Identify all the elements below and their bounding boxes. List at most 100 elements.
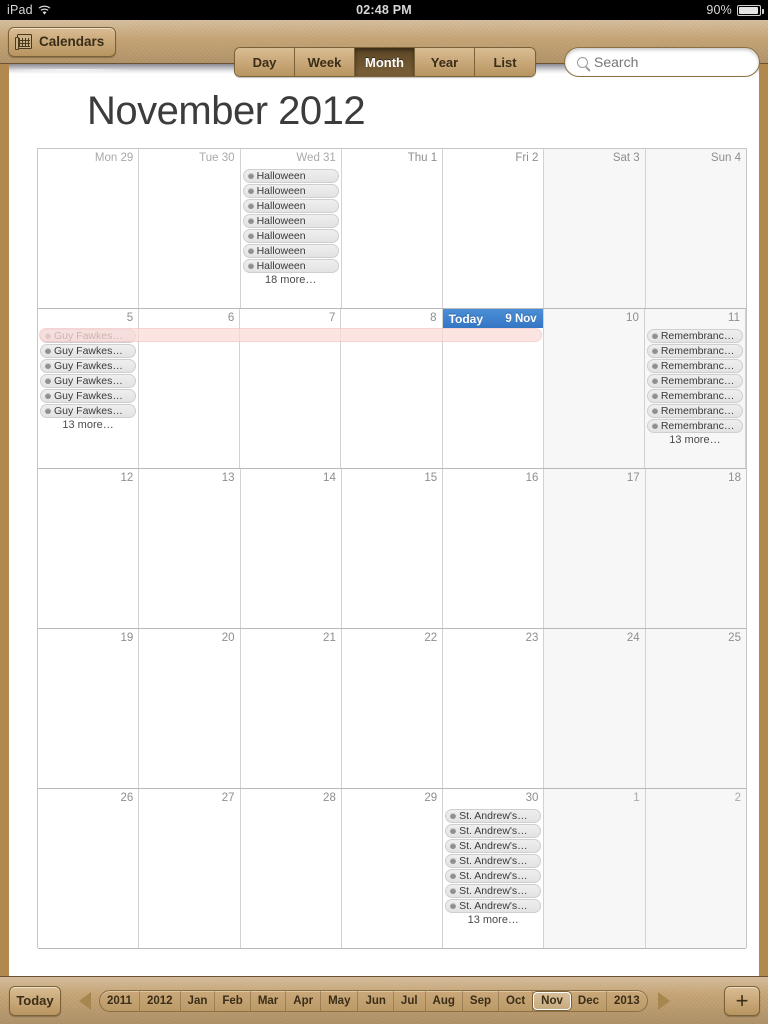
- event-pill[interactable]: Guy Fawkes…: [40, 404, 137, 418]
- calendar-day-cell[interactable]: 30 St. Andrew's… St. Andrew's… St. Andrew's…: [443, 789, 545, 948]
- calendar-day-cell[interactable]: 20: [139, 629, 241, 788]
- event-pill[interactable]: Remembranc…: [646, 329, 743, 343]
- triangle-left-icon[interactable]: [79, 991, 91, 1010]
- calendar-day-cell[interactable]: Sat 3: [544, 149, 646, 308]
- more-events-link[interactable]: 18 more…: [243, 274, 339, 286]
- month-strip-item-2011[interactable]: 2011: [100, 990, 140, 1011]
- event-pill[interactable]: St. Andrew's…: [445, 884, 542, 898]
- month-strip-item-dec[interactable]: Dec: [571, 990, 608, 1011]
- calendar-day-cell[interactable]: 1: [544, 789, 646, 948]
- event-pill[interactable]: Halloween: [242, 229, 339, 243]
- day-number: 24: [626, 632, 640, 644]
- calendar-day-cell[interactable]: 12: [38, 469, 140, 628]
- tab-year[interactable]: Year: [415, 48, 475, 76]
- day-number: 12: [120, 472, 134, 484]
- calendar-day-cell[interactable]: 16: [443, 469, 545, 628]
- month-strip-item-sep[interactable]: Sep: [463, 990, 499, 1011]
- calendar-day-cell[interactable]: 10: [543, 309, 645, 468]
- day-events-list: Remembranc… Remembranc… Remembranc… Remembr…: [645, 328, 745, 446]
- month-strip-item-aug[interactable]: Aug: [426, 990, 463, 1011]
- month-strip-item-jun[interactable]: Jun: [358, 990, 394, 1011]
- event-pill[interactable]: St. Andrew's…: [445, 839, 542, 853]
- calendar-day-cell[interactable]: 23: [443, 629, 545, 788]
- month-year-strip[interactable]: 2011 2012 Jan Feb Mar Apr May Jun Jul Aug Sep Oct No…: [99, 989, 648, 1012]
- calendar-day-cell[interactable]: 25: [645, 629, 746, 788]
- month-strip-item-oct[interactable]: Oct: [499, 990, 534, 1011]
- calendar-day-cell[interactable]: Thu 1: [341, 149, 444, 308]
- add-event-button[interactable]: +: [724, 986, 760, 1016]
- calendar-day-cell[interactable]: 15: [341, 469, 444, 628]
- calendar-day-cell[interactable]: 29: [341, 789, 444, 948]
- more-events-link[interactable]: 13 more…: [40, 419, 136, 431]
- calendar-day-cell[interactable]: Fri 2: [443, 149, 545, 308]
- tab-day[interactable]: Day: [235, 48, 295, 76]
- calendar-day-cell[interactable]: 27: [139, 789, 241, 948]
- event-pill[interactable]: Remembranc…: [646, 389, 743, 403]
- tab-list[interactable]: List: [475, 48, 535, 76]
- event-pill[interactable]: Halloween: [242, 259, 339, 273]
- event-pill[interactable]: Remembranc…: [646, 359, 743, 373]
- event-color-dot: [651, 393, 658, 399]
- calendar-week-row: 19 20 21 22 23 24 25: [38, 629, 746, 789]
- calendar-day-cell[interactable]: 21: [240, 629, 342, 788]
- calendar-day-cell[interactable]: 17: [544, 469, 646, 628]
- month-strip-item-2012[interactable]: 2012: [140, 990, 181, 1011]
- event-pill[interactable]: St. Andrew's…: [445, 869, 542, 883]
- event-pill[interactable]: Halloween: [242, 169, 339, 183]
- calendar-day-cell[interactable]: 18: [645, 469, 746, 628]
- event-pill[interactable]: Remembranc…: [646, 344, 743, 358]
- month-strip-item-mar[interactable]: Mar: [251, 990, 287, 1011]
- calendar-day-cell[interactable]: 26: [38, 789, 140, 948]
- event-pill[interactable]: St. Andrew's…: [445, 854, 542, 868]
- event-pill[interactable]: Remembranc…: [646, 374, 743, 388]
- calendar-day-cell[interactable]: Mon 29: [38, 149, 140, 308]
- event-pill[interactable]: Remembranc…: [646, 419, 743, 433]
- month-strip-item-apr[interactable]: Apr: [286, 990, 322, 1011]
- search-field[interactable]: [564, 47, 760, 77]
- calendar-day-cell[interactable]: Tue 30: [139, 149, 241, 308]
- event-pill[interactable]: Guy Fawkes…: [40, 389, 137, 403]
- day-number: 17: [626, 472, 640, 484]
- event-pill[interactable]: St. Andrew's…: [445, 899, 542, 913]
- day-number: 11: [728, 312, 740, 324]
- calendar-day-cell[interactable]: 13: [139, 469, 241, 628]
- event-pill[interactable]: Halloween: [242, 184, 339, 198]
- more-events-link[interactable]: 13 more…: [647, 434, 743, 446]
- day-number: 27: [221, 792, 235, 804]
- calendar-day-cell[interactable]: Sun 4: [645, 149, 746, 308]
- more-events-link[interactable]: 13 more…: [445, 914, 541, 926]
- triangle-right-icon[interactable]: [657, 991, 670, 1010]
- calendars-button[interactable]: Calendars: [8, 26, 117, 57]
- calendar-day-cell[interactable]: 11 Remembranc… Remembranc… Remembranc… Remem…: [644, 309, 746, 468]
- search-input[interactable]: [594, 54, 747, 70]
- month-strip-item-2013[interactable]: 2013: [607, 991, 647, 1011]
- view-segmented-control[interactable]: Day Week Month Year List: [234, 47, 536, 77]
- tab-week[interactable]: Week: [295, 48, 355, 76]
- calendar-day-cell[interactable]: 2: [645, 789, 746, 948]
- day-number: 26: [120, 792, 134, 804]
- event-pill[interactable]: St. Andrew's…: [445, 809, 542, 823]
- event-pill[interactable]: Guy Fawkes…: [40, 344, 137, 358]
- month-strip-item-nov[interactable]: Nov: [533, 991, 571, 1010]
- event-pill[interactable]: St. Andrew's…: [445, 824, 542, 838]
- month-strip-item-feb[interactable]: Feb: [215, 990, 251, 1011]
- calendar-day-cell[interactable]: 14: [240, 469, 342, 628]
- event-pill[interactable]: Halloween: [242, 244, 339, 258]
- month-strip-item-jul[interactable]: Jul: [394, 990, 426, 1011]
- today-button[interactable]: Today: [9, 985, 61, 1016]
- calendar-day-cell[interactable]: 19: [38, 629, 140, 788]
- event-pill[interactable]: Guy Fawkes…: [40, 359, 137, 373]
- event-pill[interactable]: Halloween: [242, 214, 339, 228]
- month-strip-item-may[interactable]: May: [321, 990, 359, 1011]
- calendar-day-cell[interactable]: 24: [544, 629, 646, 788]
- calendar-day-cell[interactable]: 28: [240, 789, 342, 948]
- event-pill[interactable]: Remembranc…: [646, 404, 743, 418]
- day-number: 22: [424, 632, 438, 644]
- event-pill[interactable]: Halloween: [242, 199, 339, 213]
- tab-month[interactable]: Month: [355, 48, 415, 76]
- calendar-day-cell[interactable]: Wed 31 Halloween Halloween Halloween Hallowe…: [240, 149, 342, 308]
- month-strip-item-jan[interactable]: Jan: [181, 990, 216, 1011]
- multi-day-event-bar[interactable]: [39, 328, 542, 342]
- calendar-day-cell[interactable]: 22: [341, 629, 444, 788]
- event-pill[interactable]: Guy Fawkes…: [40, 374, 137, 388]
